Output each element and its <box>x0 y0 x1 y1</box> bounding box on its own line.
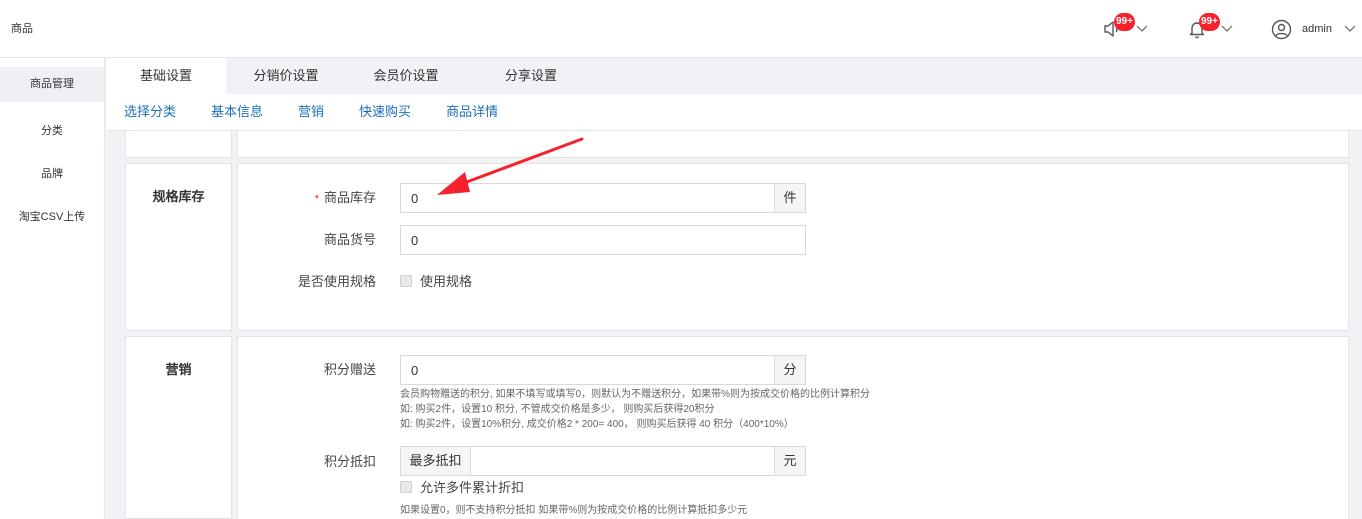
marketing-title: 营销 <box>125 336 232 519</box>
speaker-badge: 99+ <box>1114 13 1135 31</box>
deduct-input-group: 最多抵扣 元 <box>400 446 806 476</box>
use-spec-checkbox-row[interactable]: 使用规格 <box>400 271 472 290</box>
user-menu[interactable]: admin <box>1271 14 1356 44</box>
settings-tabs: 基础设置 分销价设置 会员价设置 分享设置 <box>106 58 1362 94</box>
points-unit: 分 <box>774 356 805 384</box>
stock-unit: 件 <box>774 184 805 212</box>
chevron-down-icon[interactable] <box>1221 25 1233 33</box>
sidebar: 商品管理 分类 品牌 淘宝CSV上传 <box>0 58 105 519</box>
use-spec-checkbox[interactable] <box>400 274 412 287</box>
points-help-line-2: 如: 购买2件，设置10 积分, 不管成交价格是多少， 则购买后获得20积分 <box>400 404 715 415</box>
anchor-select-category[interactable]: 选择分类 <box>124 94 176 130</box>
deduct-prefix: 最多抵扣 <box>401 447 471 475</box>
sidebar-item-brand[interactable]: 品牌 <box>0 153 104 196</box>
announcement-menu[interactable]: 99+ <box>1102 13 1148 44</box>
previous-section-stub <box>125 131 1349 158</box>
previous-section-body <box>237 131 1349 158</box>
points-help-line-3: 如: 购买2件，设置10%积分, 成交价格2 * 200= 400， 则购买后获… <box>400 419 794 430</box>
sku-input[interactable] <box>401 226 805 254</box>
previous-section-label <box>125 131 232 158</box>
chevron-down-icon[interactable] <box>1136 25 1148 33</box>
section-anchor-nav: 选择分类 基本信息 营销 快速购买 商品详情 <box>106 94 1362 131</box>
sidebar-item-taobao-csv-upload[interactable]: 淘宝CSV上传 <box>0 196 104 239</box>
stock-input[interactable] <box>401 184 774 212</box>
app-title: 商品 <box>11 23 33 35</box>
allow-multi-checkbox[interactable] <box>400 480 412 493</box>
points-input[interactable] <box>401 356 774 384</box>
required-mark: * <box>314 193 319 205</box>
speaker-icon[interactable]: 99+ <box>1102 13 1135 39</box>
user-avatar-icon[interactable] <box>1271 19 1292 40</box>
stock-label-text: 商品库存 <box>323 190 376 205</box>
deduct-label: 积分抵扣 <box>323 454 376 469</box>
anchor-basic-info[interactable]: 基本信息 <box>211 94 263 130</box>
use-spec-checkbox-label[interactable]: 使用规格 <box>420 271 472 290</box>
form-content: 规格库存 * 商品库存 件 商品货号 是否使用规格 使用规格 营销 积分赠送 <box>106 131 1362 519</box>
points-label: 积分赠送 <box>323 362 376 377</box>
user-name[interactable]: admin <box>1302 23 1332 35</box>
use-spec-label: 是否使用规格 <box>297 274 376 289</box>
top-header: 商品 99+ 99+ admin <box>0 0 1362 58</box>
sku-input-group <box>400 225 806 255</box>
bell-badge: 99+ <box>1199 13 1220 31</box>
tab-share-settings[interactable]: 分享设置 <box>466 58 596 94</box>
chevron-down-icon[interactable] <box>1344 25 1356 33</box>
tab-member-price[interactable]: 会员价设置 <box>356 58 456 94</box>
tab-basic-settings[interactable]: 基础设置 <box>106 58 226 94</box>
stock-label: * 商品库存 <box>238 187 376 206</box>
points-help-line-1: 会员购物赠送的积分, 如果不填写或填写0，则默认为不赠送积分，如果带%则为按成交… <box>400 389 871 400</box>
deduct-unit: 元 <box>774 447 805 475</box>
spec-stock-title: 规格库存 <box>125 163 232 331</box>
anchor-marketing[interactable]: 营销 <box>298 94 324 130</box>
allow-multi-checkbox-label[interactable]: 允许多件累计折扣 <box>420 477 524 496</box>
deduct-input[interactable] <box>471 447 774 475</box>
notification-menu[interactable]: 99+ <box>1187 13 1233 44</box>
anchor-product-detail[interactable]: 商品详情 <box>446 94 498 130</box>
anchor-quick-buy[interactable]: 快速购买 <box>359 94 411 130</box>
deduct-help: 如果设置0，则不支持积分抵扣 如果带%则为按成交价格的比例计算抵扣多少元 <box>400 505 748 516</box>
bell-icon[interactable]: 99+ <box>1187 13 1220 39</box>
allow-multi-checkbox-row[interactable]: 允许多件累计折扣 <box>400 477 524 496</box>
points-input-group: 分 <box>400 355 806 385</box>
spec-stock-body: * 商品库存 件 商品货号 是否使用规格 使用规格 <box>237 163 1349 331</box>
sku-label: 商品货号 <box>323 232 376 247</box>
tab-distribution-price[interactable]: 分销价设置 <box>226 58 346 94</box>
spec-stock-section: 规格库存 * 商品库存 件 商品货号 是否使用规格 使用规格 <box>125 163 1349 331</box>
marketing-body: 积分赠送 分 会员购物赠送的积分, 如果不填写或填写0，则默认为不赠送积分，如果… <box>237 336 1349 519</box>
sidebar-item-category[interactable]: 分类 <box>0 110 104 153</box>
sidebar-item-product-management[interactable]: 商品管理 <box>0 67 104 102</box>
stock-input-group: 件 <box>400 183 806 213</box>
marketing-section: 营销 积分赠送 分 会员购物赠送的积分, 如果不填写或填写0，则默认为不赠送积分… <box>125 336 1349 519</box>
